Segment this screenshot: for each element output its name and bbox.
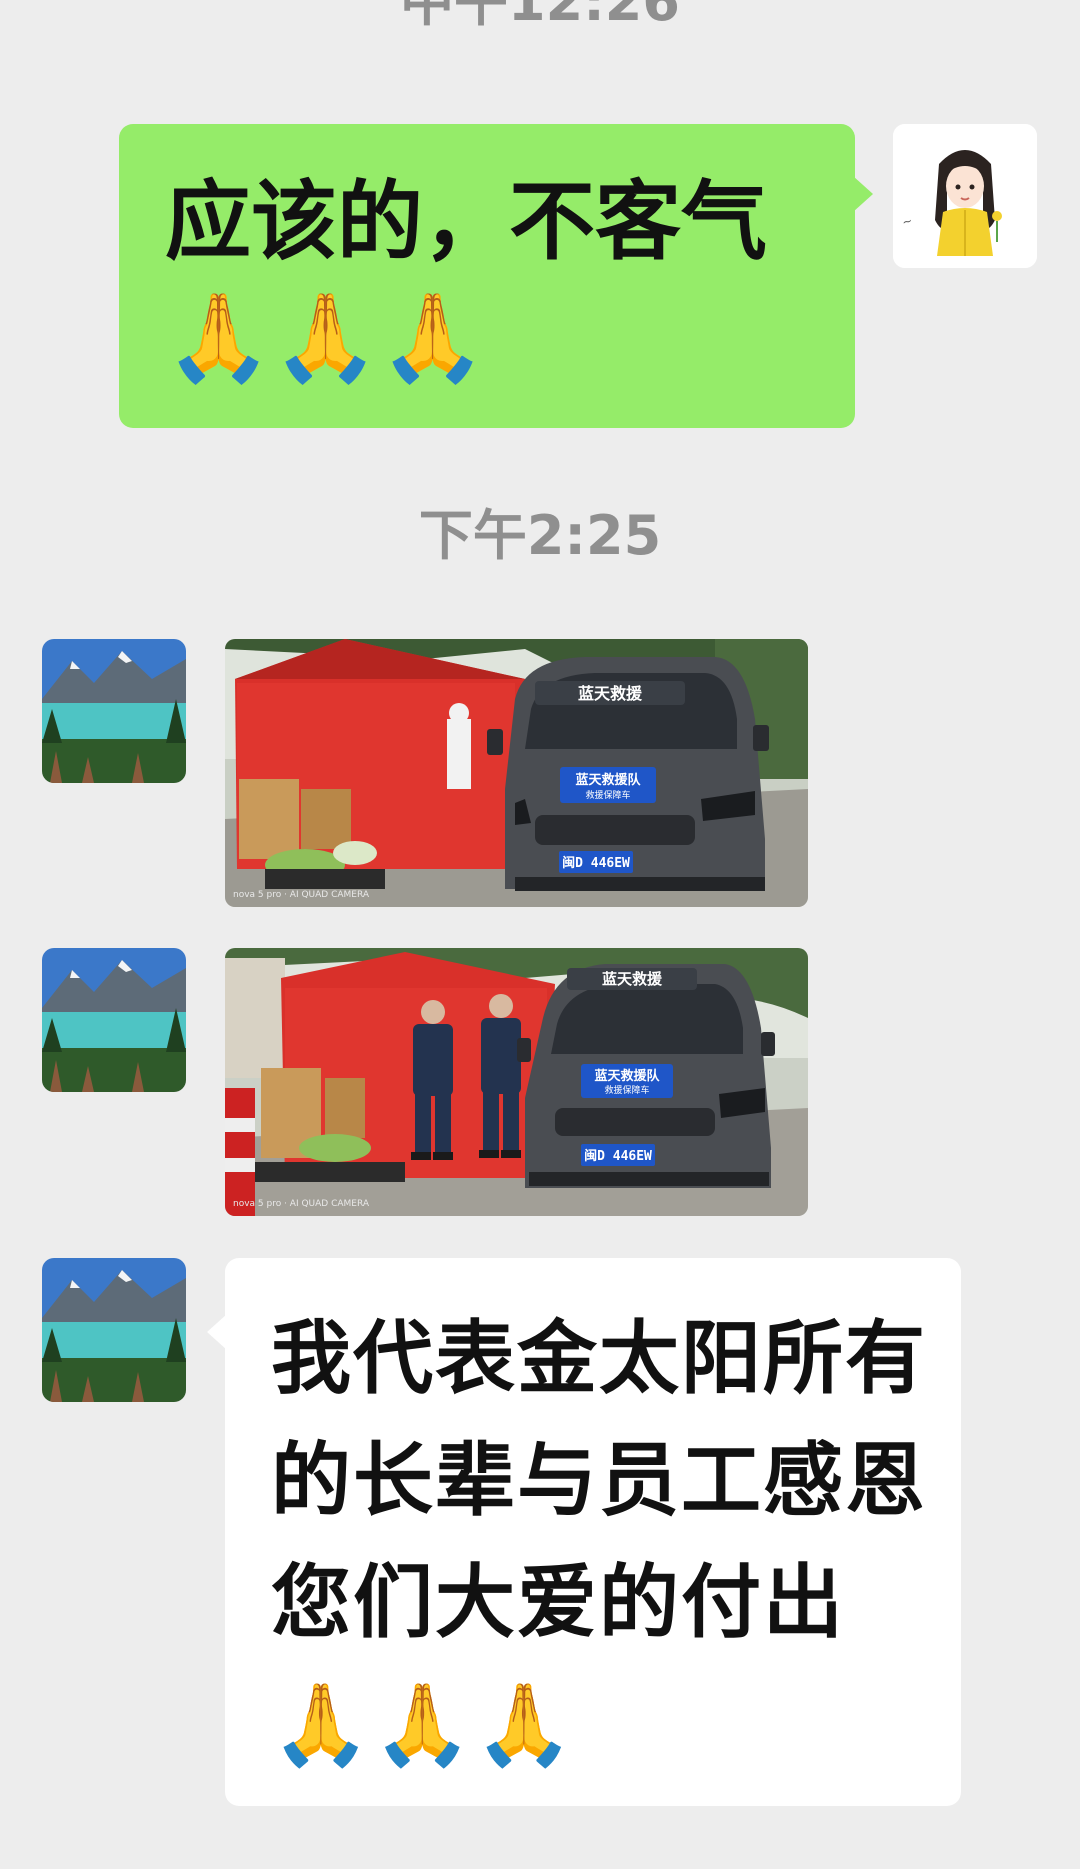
- rescue-van-photo: 蓝天救援 蓝天救援队 救援保障车 闽D 446EW nova 5 pro · A…: [225, 639, 808, 907]
- self-avatar[interactable]: ~: [893, 124, 1037, 268]
- chat-photo-tent-and-van[interactable]: 蓝天救援 蓝天救援队 救援保障车 闽D 446EW nova 5 pro · A…: [225, 639, 808, 907]
- van-roof-label: 蓝天救援: [602, 970, 663, 988]
- mountain-lake-avatar-icon: [42, 948, 186, 1092]
- pray-emoji-row: 🙏🙏🙏: [165, 288, 487, 388]
- van-panel-sub: 救援保障车: [604, 1084, 649, 1096]
- contact-avatar[interactable]: [42, 639, 186, 783]
- van-panel-label: 蓝天救援队: [575, 772, 641, 788]
- van-panel-label: 蓝天救援队: [594, 1068, 660, 1084]
- timestamp-top: 中午12:26: [400, 0, 680, 33]
- contact-avatar[interactable]: [42, 1258, 186, 1402]
- mountain-lake-avatar-icon: [42, 1258, 186, 1402]
- incoming-message-bubble[interactable]: 我代表金太阳所有的长辈与员工感恩您们大爱的付出 🙏🙏🙏: [207, 1258, 961, 1806]
- camera-watermark: nova 5 pro · AI QUAD CAMERA: [233, 890, 370, 900]
- incoming-message-text: 我代表金太阳所有的长辈与员工感恩您们大爱的付出: [271, 1312, 927, 1649]
- pray-emoji-row: 🙏🙏🙏: [271, 1678, 576, 1771]
- outgoing-message-text: 应该的，不客气: [165, 172, 767, 272]
- contact-avatar[interactable]: [42, 948, 186, 1092]
- van-roof-label: 蓝天救援: [578, 684, 643, 703]
- camera-watermark: nova 5 pro · AI QUAD CAMERA: [233, 1199, 370, 1209]
- license-plate: 闽D 446EW: [562, 855, 630, 871]
- timestamp-main: 下午2:25: [418, 504, 662, 567]
- chat-photo-rescuers-and-van[interactable]: 蓝天救援 蓝天救援队 救援保障车 闽D 446EW nova 5 pro · A…: [225, 948, 808, 1216]
- rescue-team-photo: 蓝天救援 蓝天救援队 救援保障车 闽D 446EW nova 5 pro · A…: [225, 948, 808, 1216]
- cartoon-girl-avatar-icon: ~: [893, 124, 1037, 268]
- mountain-lake-avatar-icon: [42, 639, 186, 783]
- outgoing-message-bubble[interactable]: 应该的，不客气 🙏🙏🙏: [119, 124, 873, 428]
- van-panel-sub: 救援保障车: [585, 789, 630, 801]
- license-plate: 闽D 446EW: [584, 1148, 652, 1164]
